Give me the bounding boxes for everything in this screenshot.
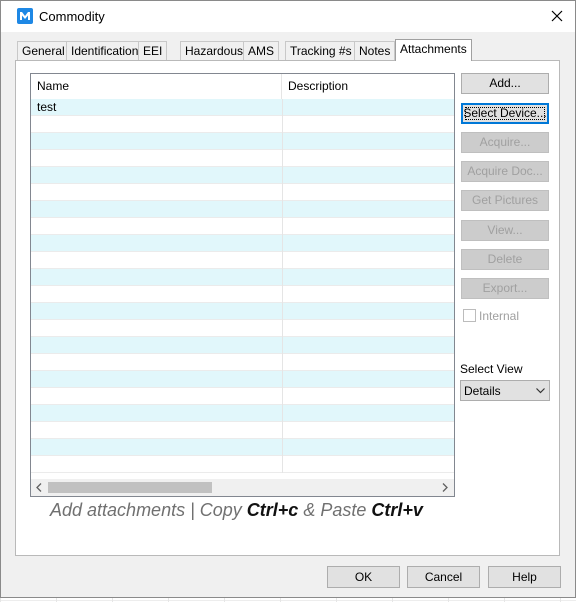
list-header: Name Description xyxy=(31,74,454,100)
acquire-button[interactable]: Acquire... xyxy=(461,132,549,153)
column-divider xyxy=(282,303,283,320)
column-divider xyxy=(282,388,283,405)
column-header-description[interactable]: Description xyxy=(282,74,454,99)
internal-checkbox-label: Internal xyxy=(479,309,520,323)
table-row[interactable] xyxy=(31,303,454,320)
column-divider xyxy=(282,201,283,218)
acquire-doc-button[interactable]: Acquire Doc... xyxy=(461,161,549,182)
column-divider xyxy=(282,218,283,235)
hint-text: & Paste xyxy=(298,500,372,520)
column-divider xyxy=(282,235,283,252)
table-row[interactable]: test xyxy=(31,99,454,116)
table-row[interactable] xyxy=(31,235,454,252)
tab-identification[interactable]: Identification xyxy=(66,41,144,60)
table-row[interactable] xyxy=(31,371,454,388)
window-title: Commodity xyxy=(39,9,105,24)
table-row[interactable] xyxy=(31,388,454,405)
column-divider xyxy=(282,320,283,337)
tab-tracking[interactable]: Tracking #s xyxy=(285,41,357,60)
hint-text: Add attachments | Copy xyxy=(50,500,247,520)
column-divider xyxy=(282,184,283,201)
table-row[interactable] xyxy=(31,320,454,337)
column-divider xyxy=(282,252,283,269)
commodity-dialog: Commodity General Identification EEI Haz… xyxy=(0,0,576,598)
close-button[interactable] xyxy=(539,1,575,31)
column-divider xyxy=(282,150,283,167)
cell-name: test xyxy=(37,100,57,114)
view-button[interactable]: View... xyxy=(461,220,549,241)
help-button[interactable]: Help xyxy=(488,566,561,588)
delete-button[interactable]: Delete xyxy=(461,249,549,270)
column-divider xyxy=(282,422,283,439)
chevron-left-icon xyxy=(36,483,42,492)
column-divider xyxy=(282,167,283,184)
column-header-name[interactable]: Name xyxy=(31,74,282,99)
table-row[interactable] xyxy=(31,405,454,422)
table-row[interactable] xyxy=(31,167,454,184)
column-divider xyxy=(282,439,283,456)
scroll-thumb[interactable] xyxy=(48,482,212,493)
select-device-label: Select Device... xyxy=(463,106,547,120)
chevron-right-icon xyxy=(442,483,448,492)
tab-ams[interactable]: AMS xyxy=(243,41,280,60)
cancel-button[interactable]: Cancel xyxy=(407,566,480,588)
clipboard-hint: Add attachments | Copy Ctrl+c & Paste Ct… xyxy=(50,500,423,521)
table-row[interactable] xyxy=(31,201,454,218)
ok-button[interactable]: OK xyxy=(327,566,400,588)
tab-eei[interactable]: EEI xyxy=(138,41,168,60)
table-row[interactable] xyxy=(31,286,454,303)
title-bar: Commodity xyxy=(1,1,575,32)
table-row[interactable] xyxy=(31,422,454,439)
tab-general[interactable]: General xyxy=(17,41,70,60)
attachments-list[interactable]: Name Description test xyxy=(30,73,455,497)
tab-notes[interactable]: Notes xyxy=(354,41,396,60)
table-row[interactable] xyxy=(31,439,454,456)
chevron-down-icon xyxy=(536,388,545,394)
column-divider xyxy=(282,371,283,388)
column-divider xyxy=(282,286,283,303)
app-logo-icon xyxy=(17,8,33,24)
column-divider xyxy=(282,269,283,286)
table-row[interactable] xyxy=(31,116,454,133)
select-view-label: Select View xyxy=(460,362,523,376)
table-row[interactable] xyxy=(31,184,454,201)
column-divider xyxy=(282,99,283,116)
table-row[interactable] xyxy=(31,456,454,473)
column-divider xyxy=(282,133,283,150)
table-row[interactable] xyxy=(31,337,454,354)
table-row[interactable] xyxy=(31,269,454,286)
column-divider xyxy=(282,456,283,473)
select-device-button[interactable]: Select Device... xyxy=(461,103,549,124)
add-button[interactable]: Add... xyxy=(461,73,549,94)
tab-hazardous[interactable]: Hazardous xyxy=(180,41,249,60)
hint-key-copy: Ctrl+c xyxy=(246,500,299,520)
tab-attachments[interactable]: Attachments xyxy=(395,39,472,61)
column-divider xyxy=(282,405,283,422)
table-row[interactable] xyxy=(31,133,454,150)
horizontal-scrollbar[interactable] xyxy=(31,479,454,496)
scroll-left-button[interactable] xyxy=(31,479,48,496)
export-button[interactable]: Export... xyxy=(461,278,549,299)
scroll-right-button[interactable] xyxy=(437,479,454,496)
select-view-value: Details xyxy=(464,384,501,398)
internal-checkbox[interactable] xyxy=(463,309,476,322)
select-view-dropdown[interactable]: Details xyxy=(460,380,550,401)
column-divider xyxy=(282,354,283,371)
column-divider xyxy=(282,116,283,133)
table-row[interactable] xyxy=(31,218,454,235)
hint-key-paste: Ctrl+v xyxy=(371,500,423,520)
list-rows: test xyxy=(31,99,454,479)
get-pictures-button[interactable]: Get Pictures xyxy=(461,190,549,211)
table-row[interactable] xyxy=(31,252,454,269)
table-row[interactable] xyxy=(31,354,454,371)
column-divider xyxy=(282,337,283,354)
close-icon xyxy=(551,10,563,22)
table-row[interactable] xyxy=(31,150,454,167)
